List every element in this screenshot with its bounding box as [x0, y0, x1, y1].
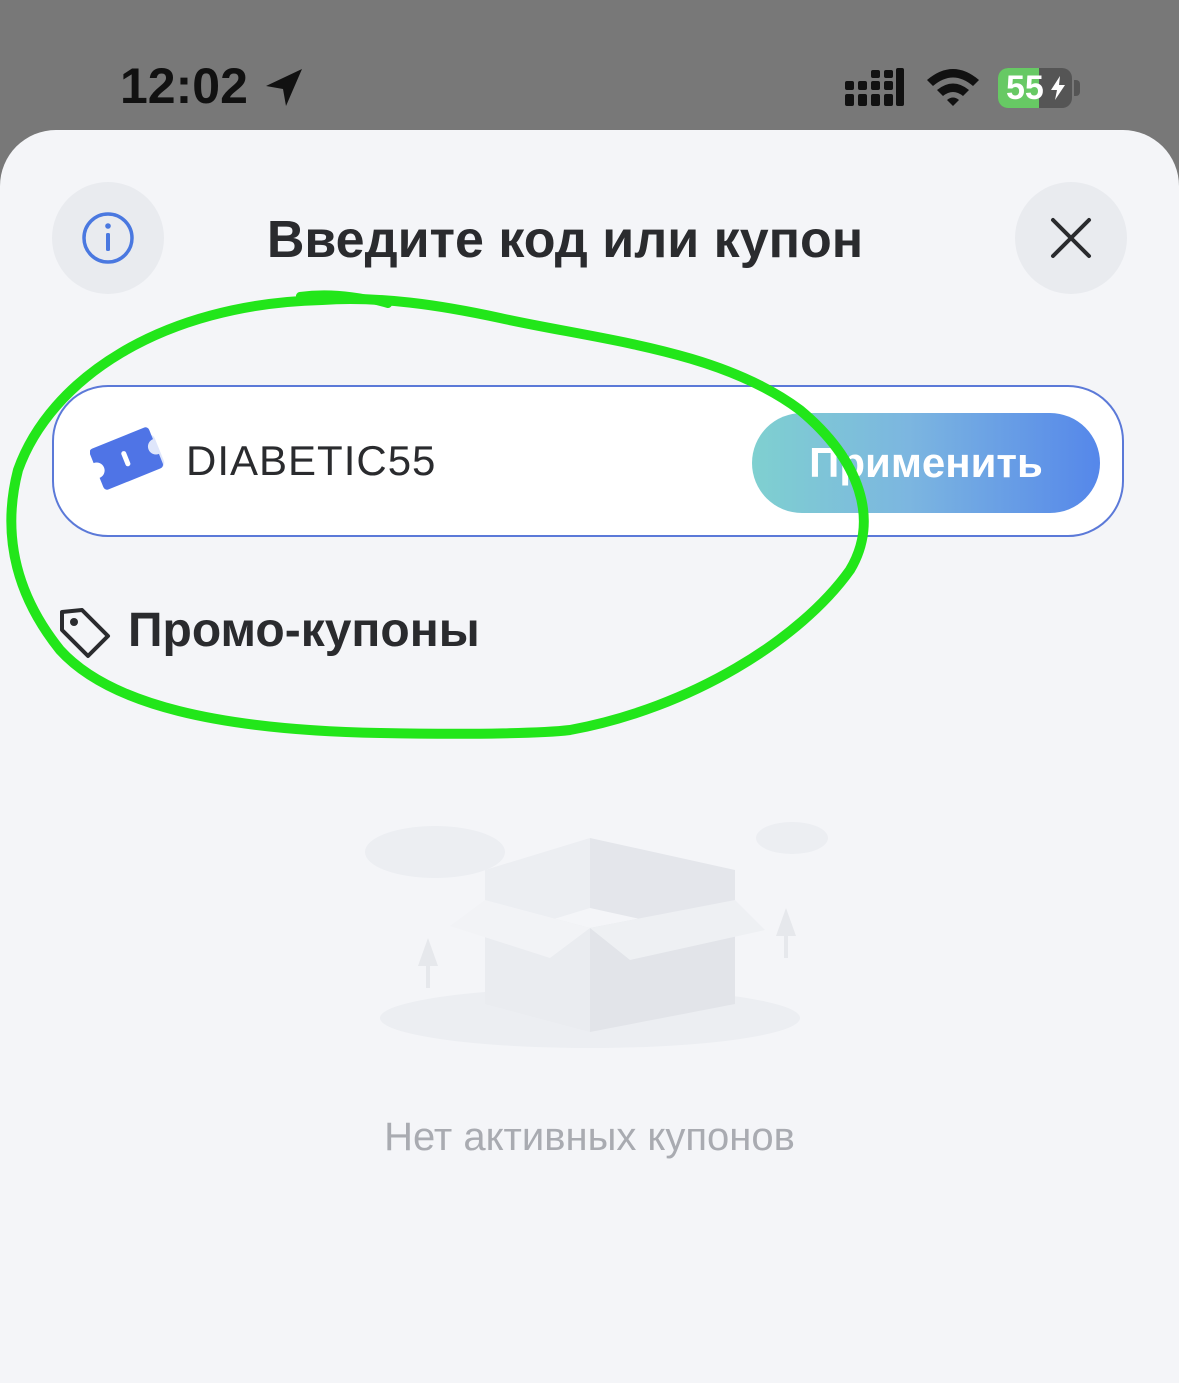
info-icon: [82, 212, 134, 264]
tag-icon: [60, 608, 110, 658]
apply-button[interactable]: Применить: [752, 413, 1100, 513]
cellular-signal-icon: [845, 68, 904, 106]
battery-body: 55: [998, 68, 1072, 108]
empty-box-illustration: [365, 822, 828, 1048]
promo-coupons-title: Промо-купоны: [128, 604, 480, 657]
coupon-code-field: Применить: [52, 385, 1124, 537]
sheet-title: Введите код или купон: [266, 211, 864, 269]
coupon-sheet: Введите код или купон Применить Промо-ку…: [0, 130, 1179, 1383]
close-icon: [1051, 218, 1091, 258]
info-button[interactable]: [52, 182, 164, 294]
coupon-ticket-icon: [90, 427, 165, 490]
close-button[interactable]: [1015, 182, 1127, 294]
wifi-icon: [927, 69, 979, 106]
location-arrow-icon: [266, 69, 302, 106]
status-time: 12:02: [120, 58, 248, 114]
status-bar: 12:02 55: [0, 0, 1179, 130]
coupon-code-input[interactable]: [186, 431, 746, 491]
battery-indicator: 55: [998, 68, 1072, 108]
empty-coupons-message: Нет активных купонов: [384, 1115, 795, 1159]
battery-level: 55: [1006, 69, 1044, 107]
battery-cap: [1074, 80, 1080, 96]
charging-bolt-icon: [1051, 76, 1065, 100]
